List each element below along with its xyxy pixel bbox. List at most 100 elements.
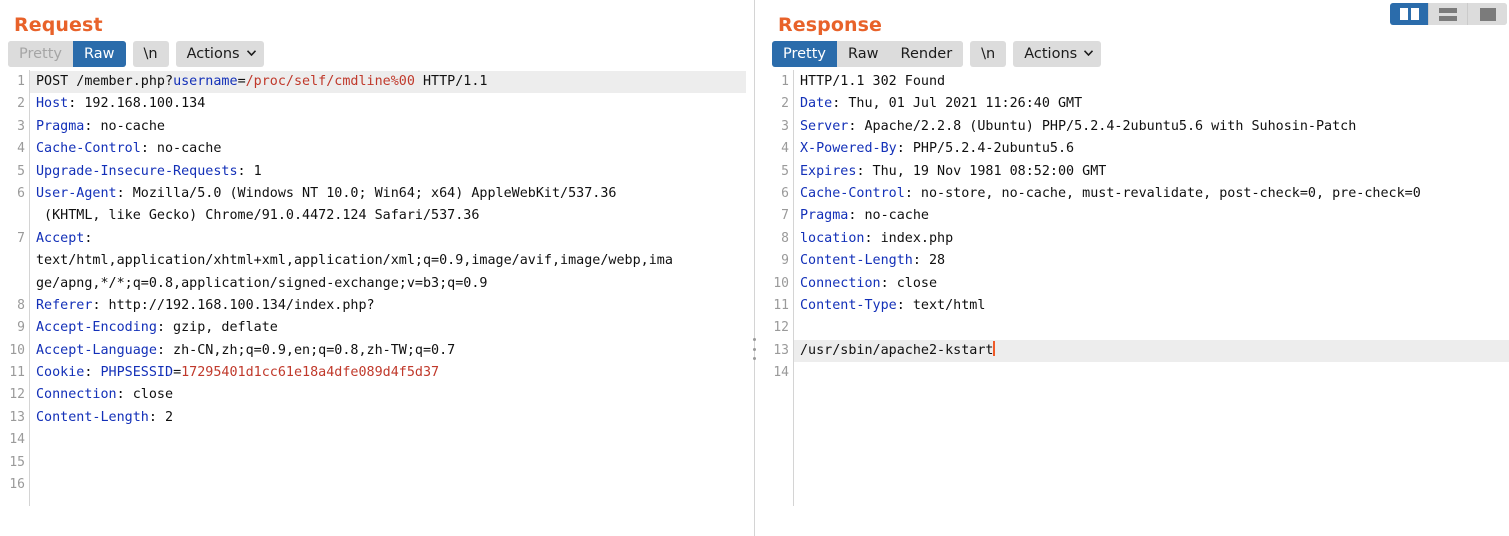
code-segment: Upgrade-Insecure-Requests xyxy=(36,163,238,179)
code-line[interactable]: location: index.php xyxy=(800,228,1509,250)
line-number: 15 xyxy=(9,454,25,470)
line-number: 6 xyxy=(17,185,25,201)
panel-divider[interactable] xyxy=(746,0,764,536)
response-newline-button[interactable]: \n xyxy=(970,41,1007,67)
code-line[interactable]: Content-Length: 2 xyxy=(36,407,746,429)
divider-drag-handle-icon[interactable] xyxy=(751,338,758,360)
code-segment: HTTP/1.1 xyxy=(414,74,488,89)
code-segment: : 2 xyxy=(148,409,174,425)
code-line[interactable]: (KHTML, like Gecko) Chrome/91.0.4472.124… xyxy=(36,205,746,227)
code-segment: text/html,application/xhtml+xml,applicat… xyxy=(36,253,673,269)
code-line[interactable]: Referer: http://192.168.100.134/index.ph… xyxy=(36,295,746,317)
line-number: 3 xyxy=(781,118,789,134)
code-line[interactable]: Expires: Thu, 19 Nov 1981 08:52:00 GMT xyxy=(800,161,1509,183)
response-code[interactable]: HTTP/1.1 302 Found Date: Thu, 01 Jul 2021… xyxy=(794,70,1509,506)
single-pane-icon xyxy=(1479,7,1496,21)
code-line[interactable] xyxy=(800,362,1509,384)
request-panel: Request Pretty Raw \n Actions 1234567891… xyxy=(0,0,746,536)
request-editor[interactable]: 1 2 3 4 5 6 7 8 9 10 11 12 13 14 15 16 POST /member.php… xyxy=(0,69,746,506)
code-line[interactable]: X-Powered-By: PHP/5.2.4-2ubuntu5.6 xyxy=(800,138,1509,160)
code-segment: ge/apng,*/*;q=0.8,application/signed-exc… xyxy=(36,275,488,291)
request-newline-button[interactable]: \n xyxy=(132,41,169,67)
line-number: 9 xyxy=(781,253,789,269)
code-segment: : close xyxy=(116,387,174,403)
response-render-button[interactable]: Render xyxy=(889,41,964,67)
response-newline-group: \n xyxy=(970,41,1007,67)
code-line[interactable] xyxy=(36,474,746,496)
code-line[interactable]: Accept-Language: zh-CN,zh;q=0.9,en;q=0.8… xyxy=(36,340,746,362)
response-editor[interactable]: 1 2 3 4 5 6 7 8 9 10 11 12 13 14 HTTP/1.1 302 Found Da… xyxy=(764,69,1509,506)
code-segment: Host xyxy=(36,96,69,112)
code-segment: : 28 xyxy=(912,253,946,269)
code-segment: PHPSESSID xyxy=(100,365,174,381)
chevron-down-icon xyxy=(246,50,256,56)
code-segment: Referer xyxy=(36,297,93,313)
code-line[interactable]: POST /member.php?username=/proc/self/cmd… xyxy=(30,71,746,94)
request-code[interactable]: POST /member.php?username=/proc/self/cmd… xyxy=(30,70,746,506)
code-segment: username xyxy=(173,74,238,89)
code-segment: Content-Type xyxy=(800,297,897,313)
response-gutter: 1 2 3 4 5 6 7 8 9 10 11 12 13 14 xyxy=(764,70,794,506)
code-line[interactable] xyxy=(800,317,1509,339)
code-line[interactable]: Host: 192.168.100.134 xyxy=(36,93,746,115)
request-pretty-button[interactable]: Pretty xyxy=(8,41,74,67)
code-segment: location xyxy=(800,230,865,246)
code-line[interactable]: ge/apng,*/*;q=0.8,application/signed-exc… xyxy=(36,273,746,295)
line-number: 12 xyxy=(9,387,25,403)
line-number: 13 xyxy=(9,409,25,425)
request-toolbar: Pretty Raw \n Actions xyxy=(0,24,746,69)
code-segment: = xyxy=(173,365,182,381)
code-line[interactable]: User-Agent: Mozilla/5.0 (Windows NT 10.0… xyxy=(36,183,746,205)
line-number: 9 xyxy=(17,320,25,336)
line-number: 6 xyxy=(781,185,789,201)
code-line[interactable]: Content-Type: text/html xyxy=(800,295,1509,317)
response-raw-button[interactable]: Raw xyxy=(837,41,890,67)
code-line[interactable]: Accept: xyxy=(36,228,746,250)
code-line[interactable]: Cookie: PHPSESSID=17295401d1cc61e18a4dfe… xyxy=(36,362,746,384)
code-segment: : Thu, 01 Jul 2021 11:26:40 GMT xyxy=(832,96,1083,112)
split-panes-icon xyxy=(1399,8,1419,20)
code-line[interactable]: HTTP/1.1 302 Found xyxy=(800,71,1509,93)
code-line[interactable]: Cache-Control: no-cache xyxy=(36,138,746,160)
line-number: 12 xyxy=(773,320,789,336)
code-line[interactable] xyxy=(36,452,746,474)
code-segment: : xyxy=(84,365,101,381)
code-segment: Cookie xyxy=(36,365,85,381)
code-line[interactable]: /usr/sbin/apache2-kstart xyxy=(794,339,1509,363)
code-segment: X-Powered-By xyxy=(800,141,897,157)
code-segment: : Mozilla/5.0 (Windows NT 10.0; Win64; x… xyxy=(116,185,617,201)
line-number: 10 xyxy=(9,342,25,358)
code-segment: Cache-Control xyxy=(800,185,905,201)
code-line[interactable]: Connection: close xyxy=(800,273,1509,295)
code-line[interactable]: Cache-Control: no-store, no-cache, must-… xyxy=(800,183,1509,205)
code-line[interactable]: text/html,application/xhtml+xml,applicat… xyxy=(36,250,746,272)
code-segment: /usr/sbin/apache2-kstart xyxy=(800,342,994,358)
code-line[interactable]: Upgrade-Insecure-Requests: 1 xyxy=(36,161,746,183)
code-segment: Pragma xyxy=(800,208,849,224)
code-line[interactable]: Date: Thu, 01 Jul 2021 11:26:40 GMT xyxy=(800,93,1509,115)
layout-single-view-button[interactable] xyxy=(1468,3,1507,25)
response-pretty-button[interactable]: Pretty xyxy=(772,41,838,67)
response-actions-button[interactable]: Actions xyxy=(1013,41,1102,67)
code-segment: : no-store, no-cache, must-revalidate, p… xyxy=(904,185,1421,201)
layout-stacked-view-button[interactable] xyxy=(1429,3,1468,25)
code-segment: Cache-Control xyxy=(36,141,141,157)
code-segment: : no-cache xyxy=(84,118,165,134)
request-raw-button[interactable]: Raw xyxy=(73,41,126,67)
code-line[interactable]: Pragma: no-cache xyxy=(800,205,1509,227)
response-actions-label: Actions xyxy=(1024,46,1078,62)
layout-split-view-button[interactable] xyxy=(1390,3,1429,25)
code-segment: Connection xyxy=(36,387,117,403)
request-actions-button[interactable]: Actions xyxy=(175,41,264,67)
code-segment: : no-cache xyxy=(140,141,222,157)
code-line[interactable]: Connection: close xyxy=(36,384,746,406)
code-line[interactable]: Accept-Encoding: gzip, deflate xyxy=(36,317,746,339)
code-segment: Date xyxy=(800,96,833,112)
code-line[interactable]: Server: Apache/2.2.8 (Ubuntu) PHP/5.2.4-… xyxy=(800,116,1509,138)
code-line[interactable] xyxy=(36,429,746,451)
code-line[interactable]: Pragma: no-cache xyxy=(36,116,746,138)
code-segment: Expires xyxy=(800,163,857,179)
line-number: 2 xyxy=(17,96,25,112)
code-line[interactable]: Content-Length: 28 xyxy=(800,250,1509,272)
text-cursor xyxy=(993,340,996,356)
